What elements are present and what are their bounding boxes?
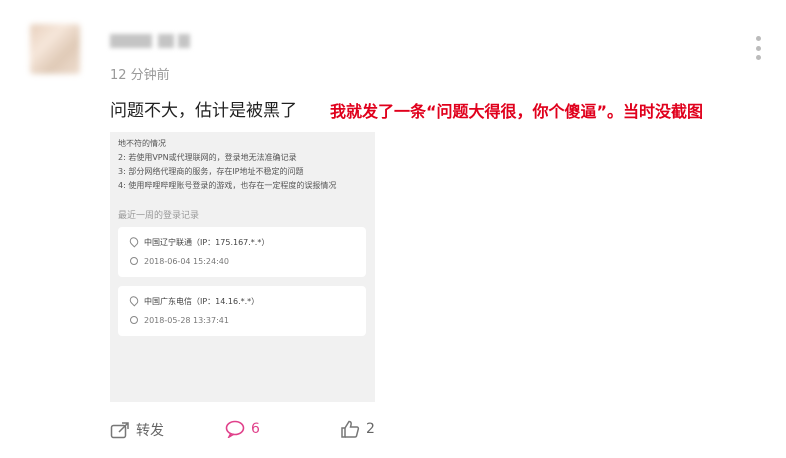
avatar[interactable] (30, 24, 80, 74)
login-records-title: 最近一周的登录记录 (118, 211, 200, 221)
comment-icon (225, 420, 245, 438)
location-pin-icon (127, 235, 141, 248)
login-location: 中国广东电信（IP：14.16.*.*） (144, 297, 260, 306)
login-location: 中国辽宁联通（IP：175.167.*.*） (144, 238, 270, 247)
username-blurred[interactable] (110, 34, 190, 50)
share-label: 转发 (136, 423, 164, 439)
login-time: 2018-05-28 13:37:41 (144, 316, 229, 325)
login-record-card: 中国辽宁联通（IP：175.167.*.*） 2018-06-04 15:24:… (118, 227, 366, 277)
clock-icon (130, 257, 138, 265)
comment-button[interactable]: 6 (225, 420, 260, 438)
login-record-card: 中国广东电信（IP：14.16.*.*） 2018-05-28 13:37:41 (118, 286, 366, 336)
action-bar: 转发 6 2 (110, 420, 410, 444)
like-button[interactable]: 2 (340, 420, 375, 438)
info-line: 4: 使用哔哩哔哩账号登录的游戏，也存在一定程度的误报情况 (118, 181, 337, 190)
comment-image[interactable]: 地不符的情况 2: 若使用VPN或代理联网的，登录地无法准确记录 3: 部分网络… (110, 132, 375, 402)
comment-count: 6 (251, 421, 260, 437)
share-icon (110, 422, 129, 439)
more-icon[interactable] (750, 36, 766, 60)
info-line: 地不符的情况 (118, 139, 166, 148)
timestamp: 12 分钟前 (110, 68, 170, 83)
like-icon (341, 420, 360, 438)
annotation-text: 我就发了一条“问题大得很，你个傻逼”。当时没截图 (330, 102, 704, 121)
share-button[interactable]: 转发 (110, 420, 164, 440)
clock-icon (130, 316, 138, 324)
info-line: 2: 若使用VPN或代理联网的，登录地无法准确记录 (118, 153, 297, 162)
comment-text: 问题不大，估计是被黑了 (110, 101, 297, 121)
info-line: 3: 部分网络代理商的服务，存在IP地址不稳定的问题 (118, 167, 304, 176)
location-pin-icon (127, 294, 141, 307)
login-time: 2018-06-04 15:24:40 (144, 257, 229, 266)
like-count: 2 (366, 421, 375, 437)
